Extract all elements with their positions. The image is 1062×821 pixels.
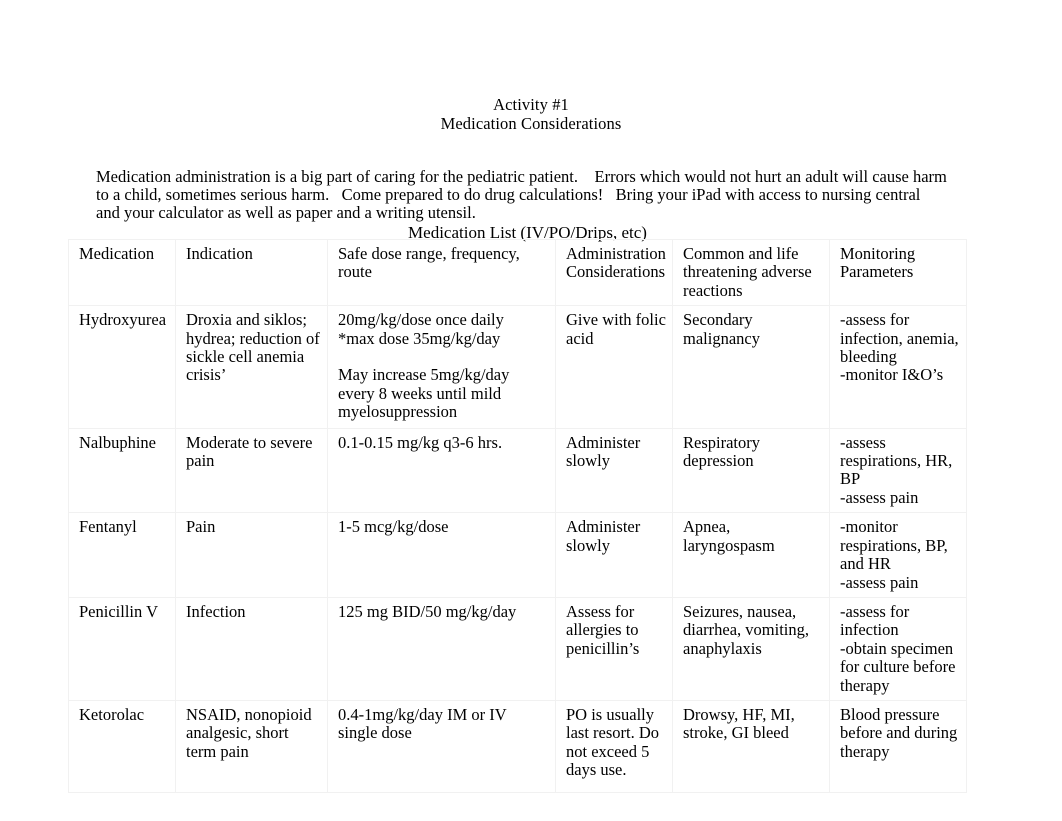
cell-administration: Give with folic acid: [555, 305, 673, 429]
cell-medication: Fentanyl: [68, 512, 176, 598]
cell-indication: Droxia and siklos; hydrea; reduction of …: [175, 305, 328, 429]
cell-monitoring: -monitor respirations, BP, and HR -asses…: [829, 512, 967, 598]
cell-indication: Moderate to severe pain: [175, 427, 328, 514]
cell-adverse: Secondary malignancy: [672, 305, 830, 429]
document-title-line-1: Activity #1: [493, 95, 569, 114]
table-row: Hydroxyurea Droxia and siklos; hydrea; r…: [68, 305, 967, 429]
table-header: Medication Indication Safe dose range, f…: [68, 238, 967, 307]
document-page: Activity #1 Medication Considerations Me…: [0, 0, 1062, 821]
cell-administration: PO is usually last resort. Do not exceed…: [555, 699, 673, 793]
table-row: Penicillin V Infection 125 mg BID/50 mg/…: [68, 596, 967, 701]
cell-safe-dose: 0.1-0.15 mg/kg q3-6 hrs.: [327, 427, 556, 514]
column-header-safe-dose: Safe dose range, frequency, route: [327, 238, 556, 307]
cell-safe-dose: 125 mg BID/50 mg/kg/day: [327, 596, 556, 701]
table-body: Hydroxyurea Droxia and siklos; hydrea; r…: [68, 305, 967, 793]
cell-indication: Pain: [175, 512, 328, 598]
table-row: Fentanyl Pain 1-5 mcg/kg/dose Administer…: [68, 512, 967, 598]
cell-adverse: Respiratory depression: [672, 427, 830, 514]
document-title-line-2: Medication Considerations: [440, 113, 622, 133]
cell-monitoring: Blood pressure before and during therapy: [829, 699, 967, 793]
cell-medication: Ketorolac: [68, 699, 176, 793]
table-header-row: Medication Indication Safe dose range, f…: [68, 238, 967, 307]
cell-administration: Administer slowly: [555, 512, 673, 598]
column-header-medication: Medication: [68, 238, 176, 307]
cell-adverse: Seizures, nausea, diarrhea, vomiting, an…: [672, 596, 830, 701]
cell-medication: Nalbuphine: [68, 427, 176, 514]
cell-monitoring: -assess respirations, HR, BP -assess pai…: [829, 427, 967, 514]
document-title-block: Activity #1 Medication Considerations: [0, 95, 1062, 133]
column-header-administration: Administration Considerations: [555, 238, 673, 307]
table-row: Ketorolac NSAID, nonopioid analgesic, sh…: [68, 699, 967, 793]
medication-table-container: Medication Indication Safe dose range, f…: [68, 238, 967, 793]
cell-safe-dose: 20mg/kg/dose once daily *max dose 35mg/k…: [327, 305, 556, 429]
cell-monitoring: -assess for infection, anemia, bleeding …: [829, 305, 967, 429]
column-header-monitoring: Monitoring Parameters: [829, 238, 967, 307]
cell-adverse: Apnea, laryngospasm: [672, 512, 830, 598]
cell-monitoring: -assess for infection -obtain specimen f…: [829, 596, 967, 701]
cell-safe-dose: 0.4-1mg/kg/day IM or IV single dose: [327, 699, 556, 793]
cell-medication: Hydroxyurea: [68, 305, 176, 429]
cell-medication: Penicillin V: [68, 596, 176, 701]
cell-administration: Assess for allergies to penicillin’s: [555, 596, 673, 701]
column-header-adverse: Common and life threatening adverse reac…: [672, 238, 830, 307]
cell-adverse: Drowsy, HF, MI, stroke, GI bleed: [672, 699, 830, 793]
cell-administration: Administer slowly: [555, 427, 673, 514]
column-header-indication: Indication: [175, 238, 328, 307]
table-row: Nalbuphine Moderate to severe pain 0.1-0…: [68, 427, 967, 514]
cell-indication: Infection: [175, 596, 328, 701]
cell-safe-dose: 1-5 mcg/kg/dose: [327, 512, 556, 598]
medication-table: Medication Indication Safe dose range, f…: [68, 238, 967, 793]
cell-indication: NSAID, nonopioid analgesic, short term p…: [175, 699, 328, 793]
intro-paragraph: Medication administration is a big part …: [96, 166, 952, 223]
